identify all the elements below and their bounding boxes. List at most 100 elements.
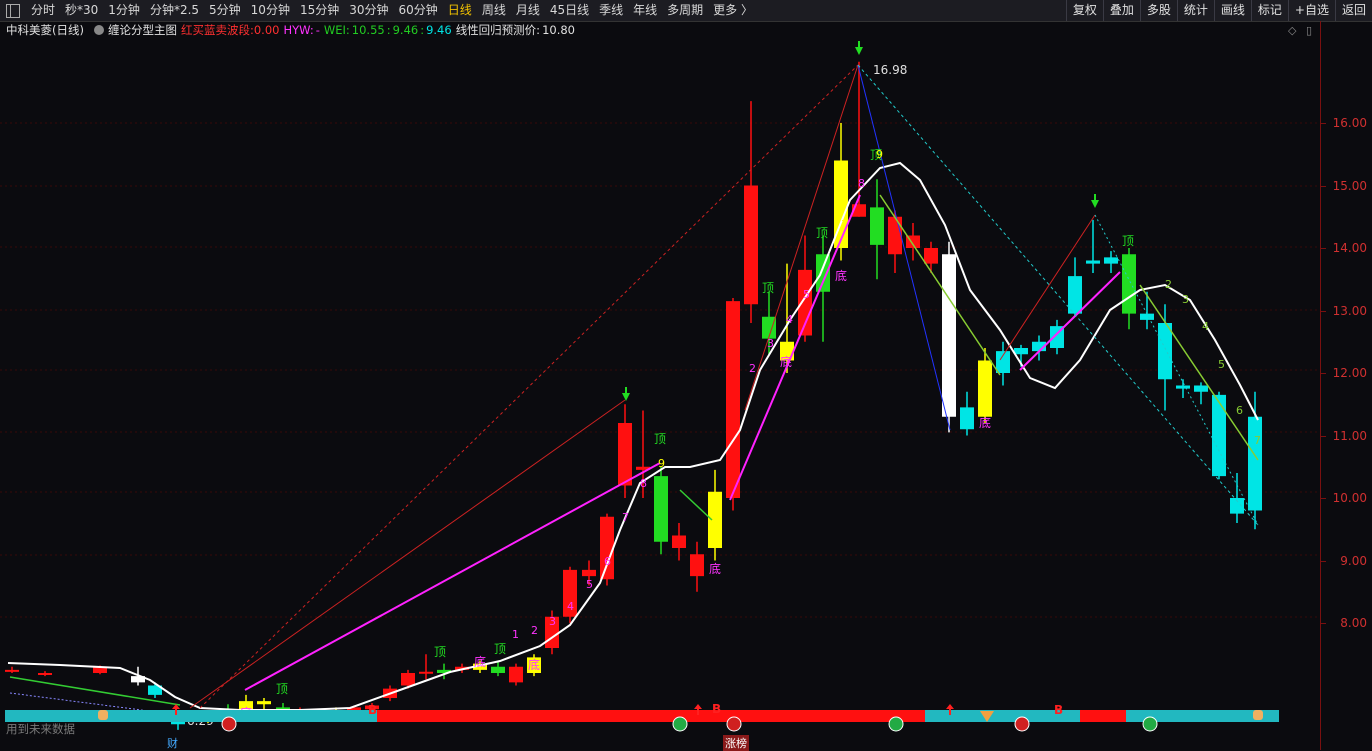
marker-di: 底 <box>709 561 721 576</box>
hyw-label: HYW: <box>283 23 314 37</box>
candle-body <box>1068 276 1082 314</box>
count-number: 7 <box>1254 434 1261 447</box>
period-7[interactable]: 30分钟 <box>344 0 393 21</box>
future-data-note: 用到未来数据 <box>6 722 75 736</box>
period-4[interactable]: 5分钟 <box>204 0 246 21</box>
red-dashed-1 <box>199 64 859 709</box>
count-number: 4 <box>786 313 793 326</box>
tool-4[interactable]: 画线 <box>1213 0 1251 21</box>
tool-5[interactable]: 标记 <box>1250 0 1288 21</box>
hyw-value: - <box>315 23 320 37</box>
period-10[interactable]: 周线 <box>477 0 511 21</box>
marker-ding: 顶 <box>494 642 506 656</box>
count-number: 5 <box>1218 358 1225 371</box>
candle-body <box>1104 257 1118 264</box>
candle-body <box>401 673 415 686</box>
marker-di: 底 <box>835 268 847 283</box>
marker-di: 底 <box>979 415 991 430</box>
magenta-trend-1 <box>244 462 661 691</box>
high-price-label: 16.98 <box>873 63 907 77</box>
candle-body <box>419 671 433 674</box>
count-number: 9 <box>876 148 883 161</box>
marker-ding: 顶 <box>1122 234 1134 248</box>
axis-tick <box>1321 435 1326 437</box>
wei-label: WEI: <box>323 23 350 37</box>
candle-body <box>996 351 1010 373</box>
indicator-info-bar: 中科美菱(日线) 缠论分型主图 红买蓝卖波段: 0.00 HYW: - WEI:… <box>0 21 1300 39</box>
green-line-3 <box>879 194 1001 376</box>
signal-badge-icon <box>888 716 904 732</box>
marker-di: 底 <box>528 657 540 672</box>
ma-line <box>7 161 1259 711</box>
candle-body <box>1212 394 1226 477</box>
marker-ding: 顶 <box>762 281 774 295</box>
axis-tick <box>1321 560 1326 562</box>
candle-body <box>38 673 52 675</box>
candle-body <box>1158 323 1172 380</box>
axis-label: 9.00 <box>1340 553 1367 568</box>
tool-0[interactable]: 复权 <box>1065 0 1103 21</box>
signal-strip-red-1 <box>377 710 925 722</box>
cyan-dashed-2 <box>1094 214 1259 526</box>
period-16[interactable]: 更多 〉 <box>708 0 758 21</box>
kline-chart[interactable]: 16.986.29顶顶顶顶顶顶顶顶底底底底底底底1234567892345789… <box>0 40 1320 750</box>
candle-body <box>654 476 668 542</box>
wave-value: 0.00 <box>253 23 280 37</box>
period-9[interactable]: 日线 <box>443 0 477 21</box>
period-1[interactable]: 秒*30 <box>60 0 103 21</box>
period-12[interactable]: 45日线 <box>545 0 594 21</box>
candle-body <box>690 554 704 577</box>
axis-label: 15.00 <box>1332 178 1367 193</box>
candle-body <box>960 407 974 430</box>
minimize-icon[interactable]: ▯ <box>1306 24 1312 37</box>
count-number: 2 <box>531 624 538 637</box>
count-number: 9 <box>658 457 665 470</box>
marker-ding: 顶 <box>276 682 288 696</box>
diamond-icon[interactable]: ◇ <box>1288 24 1296 37</box>
count-number: 4 <box>567 600 574 613</box>
down-arrow-icon <box>855 41 863 55</box>
axis-tick <box>1321 123 1326 124</box>
period-13[interactable]: 季线 <box>594 0 628 21</box>
period-0[interactable]: 分时 <box>26 0 60 21</box>
period-3[interactable]: 分钟*2.5 <box>145 0 204 21</box>
axis-label: 12.00 <box>1332 366 1367 380</box>
count-number: 3 <box>767 337 774 350</box>
candle-body <box>870 207 884 245</box>
period-15[interactable]: 多周期 <box>662 0 708 21</box>
period-2[interactable]: 1分钟 <box>103 0 145 21</box>
count-number: 7 <box>622 511 629 524</box>
period-14[interactable]: 年线 <box>628 0 662 21</box>
wei-value-3: 9.46 <box>426 23 452 37</box>
count-number: 7 <box>841 218 848 231</box>
right-toolbar: 复权 叠加 多股 统计 画线 标记 +自选 返回 <box>1065 0 1372 21</box>
count-number: 5 <box>803 288 810 301</box>
tool-6[interactable]: +自选 <box>1287 0 1335 21</box>
tool-7[interactable]: 返回 <box>1334 0 1372 21</box>
count-number: 2 <box>1165 278 1172 291</box>
wei-sep-2: : <box>420 23 425 37</box>
axis-label: 8.00 <box>1340 616 1367 630</box>
candle-body <box>618 423 632 486</box>
tool-1[interactable]: 叠加 <box>1102 0 1140 21</box>
candle-body <box>5 669 19 672</box>
hand-icon <box>1253 710 1263 720</box>
indicator-name[interactable]: 缠论分型主图 <box>108 22 177 38</box>
tool-2[interactable]: 多股 <box>1139 0 1177 21</box>
tool-3[interactable]: 统计 <box>1176 0 1214 21</box>
zhangbang-label[interactable]: 涨榜 <box>723 735 749 751</box>
candle-body <box>726 301 740 498</box>
count-number: 1 <box>512 628 519 641</box>
candle-body <box>1014 348 1028 355</box>
period-5[interactable]: 10分钟 <box>246 0 295 21</box>
panel-toggle-icon[interactable] <box>6 3 20 18</box>
down-arrow-icon <box>622 387 630 401</box>
indicator-settings-icon[interactable] <box>93 25 104 35</box>
period-8[interactable]: 60分钟 <box>394 0 443 21</box>
signal-badge-icon <box>726 716 742 732</box>
period-6[interactable]: 15分钟 <box>295 0 344 21</box>
marker-ding: 顶 <box>434 645 446 659</box>
candle-body <box>1122 254 1136 314</box>
period-11[interactable]: 月线 <box>511 0 545 21</box>
candle-body <box>672 535 686 548</box>
